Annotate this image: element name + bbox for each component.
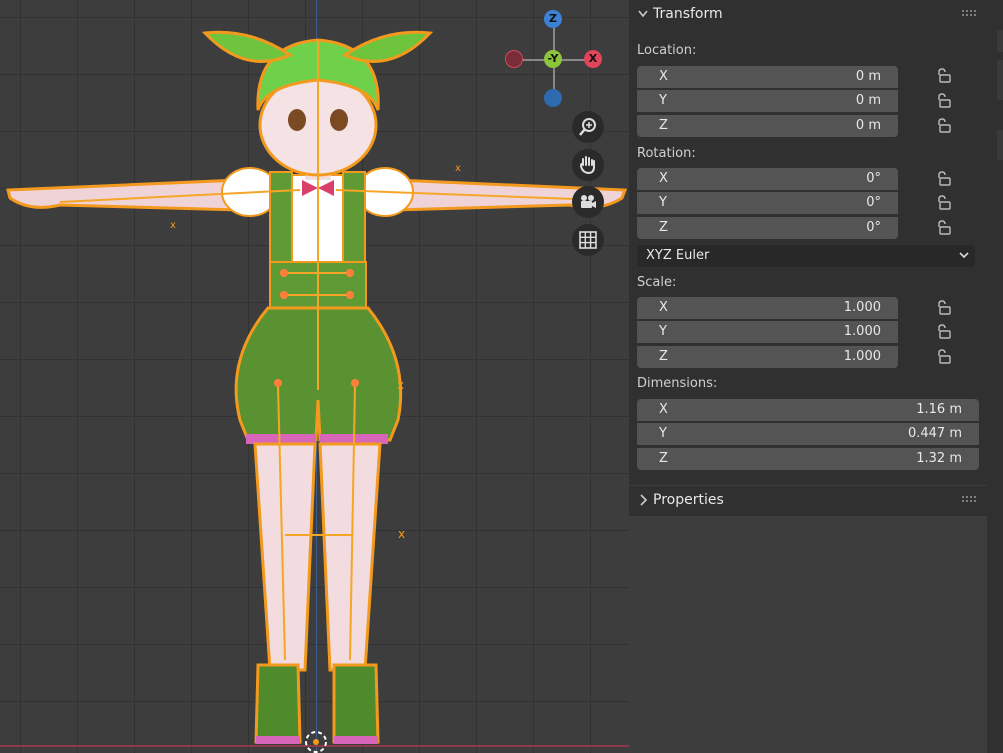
location-y-field[interactable]: Y 0 m xyxy=(637,90,898,112)
lock-icon[interactable] xyxy=(935,93,951,109)
drag-grip-icon[interactable] xyxy=(961,494,977,504)
gizmo-x-label: X xyxy=(588,52,598,65)
sidebar-tab-strip xyxy=(987,0,1003,753)
field-value: 1.000 xyxy=(843,300,881,315)
field-value: 1.32 m xyxy=(916,451,962,466)
svg-text:x: x xyxy=(397,378,404,392)
chevron-down-icon xyxy=(959,252,969,259)
field-value: 0.447 m xyxy=(907,426,962,441)
scale-label: Scale: xyxy=(637,275,677,290)
svg-text:x: x xyxy=(398,527,405,541)
pan-button[interactable] xyxy=(572,149,604,181)
character-model[interactable]: x x x x xyxy=(0,0,630,753)
field-value: 0 m xyxy=(855,69,881,84)
location-label: Location: xyxy=(637,43,697,58)
svg-text:x: x xyxy=(455,163,461,174)
sidebar-panel: Transform Location: X 0 m Y 0 m Z 0 m Rotat… xyxy=(629,0,987,753)
grid-icon xyxy=(579,231,597,249)
chevron-down-icon xyxy=(638,10,648,18)
gizmo-z-label: Z xyxy=(549,12,557,25)
field-value: 0° xyxy=(866,171,881,186)
field-value: 0 m xyxy=(855,118,881,133)
camera-view-button[interactable] xyxy=(572,186,604,218)
lock-icon[interactable] xyxy=(935,349,951,365)
rotation-mode-dropdown[interactable]: XYZ Euler xyxy=(637,245,975,267)
lock-icon[interactable] xyxy=(935,324,951,340)
rotation-z-field[interactable]: Z 0° xyxy=(637,217,898,239)
axis-label: X xyxy=(659,300,668,315)
zoom-button[interactable] xyxy=(572,111,604,143)
axis-label: Y xyxy=(659,426,667,441)
lock-icon[interactable] xyxy=(935,171,951,187)
chevron-right-icon xyxy=(640,494,648,506)
gizmo-z-axis[interactable]: Z xyxy=(544,10,562,28)
field-value: 0° xyxy=(866,195,881,210)
field-value: 1.000 xyxy=(843,349,881,364)
location-x-field[interactable]: X 0 m xyxy=(637,66,898,88)
dimensions-x-field[interactable]: X 1.16 m xyxy=(637,399,979,421)
axis-label: Y xyxy=(659,93,667,108)
field-value: 0 m xyxy=(855,93,881,108)
axis-label: Z xyxy=(659,349,668,364)
axis-label: Z xyxy=(659,118,668,133)
gizmo-y-label: -Y xyxy=(547,52,559,65)
location-z-field[interactable]: Z 0 m xyxy=(637,115,898,137)
lock-icon[interactable] xyxy=(935,220,951,236)
lock-icon[interactable] xyxy=(935,300,951,316)
ortho-toggle-button[interactable] xyxy=(572,224,604,256)
gizmo-neg-x-axis[interactable] xyxy=(505,50,523,68)
sidebar-tab[interactable] xyxy=(997,30,1003,52)
gizmo-neg-z-axis[interactable] xyxy=(544,89,562,107)
axis-label: X xyxy=(659,171,668,186)
dimensions-label: Dimensions: xyxy=(637,376,718,391)
gizmo-x-axis[interactable]: X xyxy=(584,50,602,68)
camera-icon xyxy=(581,195,596,208)
scale-x-field[interactable]: X 1.000 xyxy=(637,297,898,319)
axis-label: X xyxy=(659,69,668,84)
transform-panel-body: Location: X 0 m Y 0 m Z 0 m Rotation: X 0° Y… xyxy=(629,30,987,485)
axis-label: Y xyxy=(659,195,667,210)
lock-icon[interactable] xyxy=(935,118,951,134)
rotation-x-field[interactable]: X 0° xyxy=(637,168,898,190)
properties-panel-header[interactable]: Properties xyxy=(629,486,987,516)
axis-label: X xyxy=(659,402,668,417)
gizmo-y-axis[interactable]: -Y xyxy=(544,50,562,68)
rotation-label: Rotation: xyxy=(637,146,696,161)
svg-text:x: x xyxy=(170,220,176,231)
axis-label: Y xyxy=(659,324,667,339)
lock-icon[interactable] xyxy=(935,68,951,84)
field-value: 0° xyxy=(866,220,881,235)
scale-y-field[interactable]: Y 1.000 xyxy=(637,321,898,343)
lock-icon[interactable] xyxy=(935,195,951,211)
transform-title: Transform xyxy=(653,6,723,22)
properties-title: Properties xyxy=(653,492,724,508)
scale-z-field[interactable]: Z 1.000 xyxy=(637,346,898,368)
sidebar-tab[interactable] xyxy=(997,130,1003,160)
axis-label: Z xyxy=(659,220,668,235)
rotation-y-field[interactable]: Y 0° xyxy=(637,192,898,214)
transform-panel-header[interactable]: Transform xyxy=(629,0,987,30)
dimensions-y-field[interactable]: Y 0.447 m xyxy=(637,423,979,445)
zoom-icon xyxy=(579,118,596,136)
sidebar-tab[interactable] xyxy=(997,60,1003,100)
axis-label: Z xyxy=(659,451,668,466)
field-value: 1.000 xyxy=(843,324,881,339)
dimensions-z-field[interactable]: Z 1.32 m xyxy=(637,448,979,470)
drag-grip-icon[interactable] xyxy=(961,8,977,18)
field-value: 1.16 m xyxy=(916,402,962,417)
hand-icon xyxy=(579,156,595,175)
rotation-mode-value: XYZ Euler xyxy=(646,248,710,263)
